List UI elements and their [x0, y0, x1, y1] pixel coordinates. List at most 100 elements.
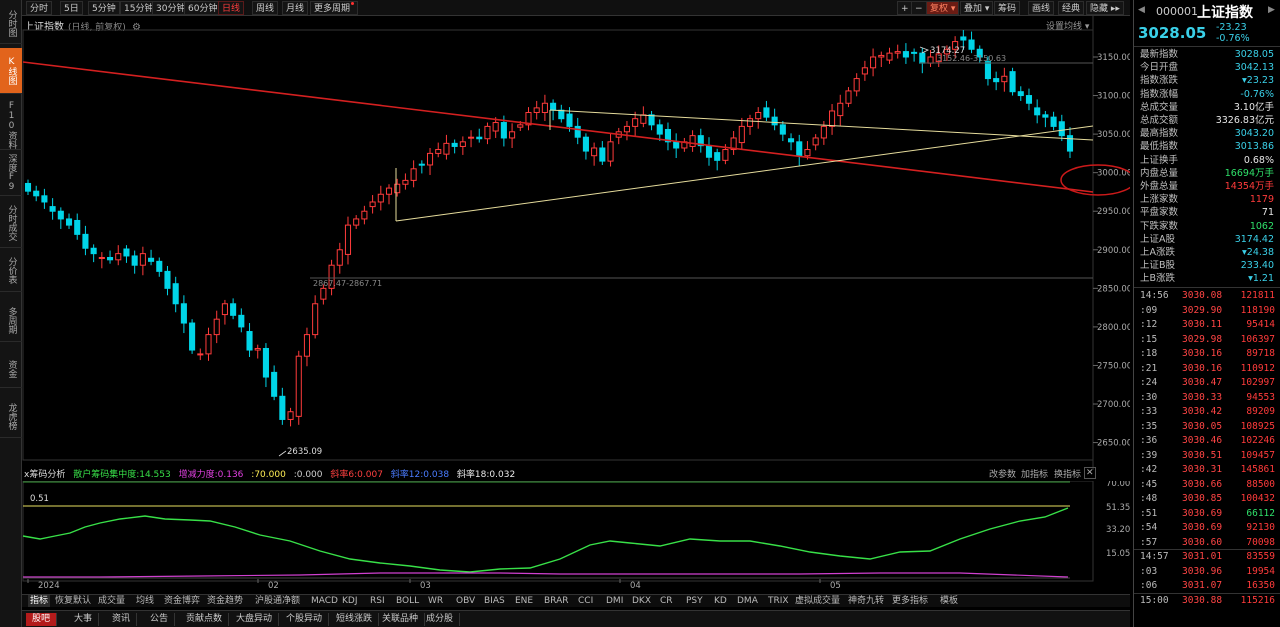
indicator-tab[interactable]: 模板: [940, 595, 958, 607]
indicator-tab[interactable]: BRAR: [544, 595, 568, 607]
tick-time: :39: [1140, 449, 1158, 461]
indicator-tab[interactable]: 资金博弈: [164, 595, 200, 607]
tick-row: :54 3030.69 92130: [1134, 521, 1280, 534]
scroll-left-icon[interactable]: ◀: [1138, 5, 1145, 15]
price-axis-label: 2650.00: [1097, 439, 1130, 449]
indicator-tab[interactable]: 恢复默认: [55, 595, 91, 607]
kline-chart[interactable]: 3150.003100.003050.003000.002950.002900.…: [0, 0, 1130, 470]
indicator-tab[interactable]: DMA: [737, 595, 758, 607]
indicator-tab[interactable]: PSY: [686, 595, 703, 607]
indicator-tab[interactable]: 神奇九转: [848, 595, 884, 607]
indicator-tab[interactable]: DKX: [632, 595, 651, 607]
status-tab[interactable]: 资讯: [106, 613, 138, 626]
quote-row-label: 指数涨跌: [1140, 75, 1179, 87]
candle-body: [418, 163, 425, 166]
tick-volume: 16350: [1246, 580, 1275, 591]
tick-row: :03 3030.96 19954: [1134, 565, 1280, 578]
status-tab[interactable]: 成分股: [420, 613, 461, 626]
indicator-tab[interactable]: 均线: [136, 595, 154, 607]
candle-body: [139, 253, 146, 266]
indicator-axis-label: 15.05: [1106, 549, 1130, 559]
candle-body: [541, 102, 548, 114]
indicator-tab[interactable]: CR: [660, 595, 673, 607]
tick-time: :54: [1140, 522, 1158, 533]
tick-volume: 66112: [1246, 507, 1275, 519]
candle-body: [443, 142, 450, 155]
indicator-tab[interactable]: WR: [428, 595, 443, 607]
candle-body: [1009, 71, 1016, 93]
indicator-tab[interactable]: BIAS: [484, 595, 505, 607]
candle-body: [738, 125, 745, 144]
stock-name: 上证指数: [1197, 5, 1253, 21]
tick-time: :21: [1140, 362, 1158, 374]
quote-row: 总成交额 3326.83亿元: [1138, 114, 1278, 127]
quote-row: 上证换手 0.68%: [1138, 154, 1278, 167]
indicator-tab[interactable]: 资金趋势: [207, 595, 243, 607]
tick-price: 3030.85: [1182, 493, 1223, 504]
candle-body: [115, 253, 122, 261]
tick-price: 3030.16: [1182, 348, 1223, 359]
quote-row: 上证B股 233.40: [1138, 259, 1278, 272]
candle-body: [451, 142, 458, 147]
indicator-tab[interactable]: TRIX: [768, 595, 789, 607]
indicator-tab[interactable]: KD: [714, 595, 727, 607]
status-tab[interactable]: 个股异动: [280, 613, 330, 626]
indicator-item-1: 增减力度:0.136: [178, 470, 244, 480]
price-change-pct: -0.76%: [1216, 33, 1250, 44]
status-tab[interactable]: 公告: [144, 613, 176, 626]
status-tab[interactable]: 大事: [68, 613, 100, 626]
candle-body: [968, 39, 975, 50]
candle-body: [870, 56, 877, 69]
candle-body: [344, 224, 352, 255]
quote-row-value: 16694万手: [1224, 167, 1274, 179]
quote-row-value: ▾1.21: [1248, 273, 1274, 285]
price-axis-label: 2800.00: [1097, 323, 1130, 333]
indicator-edit-params[interactable]: 改参数: [989, 467, 1016, 480]
quote-row-label: 下跌家数: [1140, 220, 1179, 232]
status-tab[interactable]: 大盘异动: [230, 613, 280, 626]
indicator-tab[interactable]: 虚拟成交量: [795, 595, 840, 607]
indicator-tab[interactable]: 沪股通净额: [255, 595, 300, 607]
candle-body: [517, 124, 524, 128]
tick-row: :45 3030.66 88500: [1134, 478, 1280, 491]
indicator-add[interactable]: 加指标: [1021, 467, 1048, 480]
indicator-tab[interactable]: 成交量: [98, 595, 125, 607]
tick-row: :51 3030.69 66112: [1134, 507, 1280, 520]
candle-body: [205, 334, 212, 355]
tick-time: :48: [1140, 493, 1158, 504]
indicator-chart[interactable]: 70.00 51.35 33.20 15.05 0.51 2024 02 03 04 05: [0, 481, 1130, 593]
indicator-tab[interactable]: BOLL: [396, 595, 419, 607]
status-tab[interactable]: 短线涨跌: [330, 613, 380, 626]
scroll-right-icon[interactable]: ▶: [1268, 5, 1275, 15]
arrow-icon: [919, 46, 929, 54]
indicator-tab[interactable]: RSI: [370, 595, 385, 607]
quote-row-value: 3.10亿手: [1233, 101, 1274, 113]
indicator-switch[interactable]: 换指标: [1054, 467, 1081, 480]
chart-frame: [22, 29, 1094, 461]
quote-row: 上证A股 3174.42: [1138, 233, 1278, 246]
indicator-tab[interactable]: DMI: [606, 595, 623, 607]
quote-row: 平盘家数 71: [1138, 206, 1278, 219]
indicator-name[interactable]: x筹码分析: [24, 470, 65, 480]
status-tab[interactable]: 股吧: [26, 613, 58, 626]
quote-row-value: 3174.42: [1234, 233, 1274, 245]
indicator-tab[interactable]: ENE: [515, 595, 533, 607]
indicator-tab[interactable]: 更多指标: [892, 595, 928, 607]
quote-row-label: 内盘总量: [1140, 167, 1179, 179]
quote-row-value: 14354万手: [1224, 181, 1274, 192]
indicator-tab[interactable]: 指标: [28, 595, 51, 607]
price-axis-label: 2950.00: [1097, 207, 1130, 217]
candle-body: [894, 51, 901, 54]
indicator-item-5: 斜率12:0.038: [390, 470, 450, 480]
status-tab[interactable]: 关联品种: [376, 613, 426, 626]
candle-body: [90, 247, 97, 255]
indicator-tab[interactable]: OBV: [456, 595, 475, 607]
indicator-tab[interactable]: KDJ: [342, 595, 358, 607]
indicator-tab[interactable]: CCI: [578, 595, 593, 607]
tick-row: :06 3031.07 16350: [1134, 579, 1280, 592]
status-tab[interactable]: 贡献点数: [180, 613, 230, 626]
close-icon[interactable]: ✕: [1084, 467, 1096, 479]
tick-time: 14:56: [1140, 290, 1169, 301]
indicator-tab[interactable]: MACD: [311, 595, 338, 607]
candle-body: [65, 218, 73, 226]
